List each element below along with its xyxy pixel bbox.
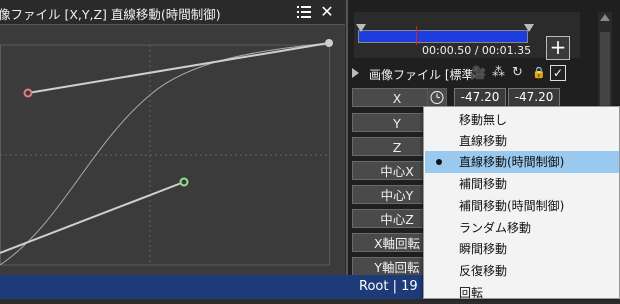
object-header[interactable]: 画像ファイル [標準 🎥 ⁂ ↻ 🔒 ✓ [352, 65, 570, 83]
scatter-icon[interactable]: ⁂ [492, 65, 505, 80]
movement-type-menu: 移動無し 直線移動 直線移動(時間制御) 補間移動 補間移動(時間制御) ランダ… [423, 106, 620, 300]
panel-divider[interactable] [346, 0, 348, 275]
menu-item-label: 反復移動 [459, 264, 508, 278]
object-name: 画像ファイル [標準 [369, 68, 474, 82]
add-button[interactable]: + [546, 36, 570, 60]
check-icon[interactable]: ✓ [550, 65, 566, 81]
menu-item-label: ランダム移動 [459, 221, 532, 235]
menu-item-label: 回転 [459, 286, 484, 300]
menu-item-no-movement[interactable]: 移動無し [425, 109, 619, 131]
graph-background [0, 25, 345, 275]
curve-endpoint[interactable] [325, 39, 333, 47]
menu-item-linear[interactable]: 直線移動 [425, 130, 619, 152]
menu-item-label: 直線移動(時間制御) [459, 155, 565, 169]
expand-triangle-icon[interactable] [352, 68, 359, 78]
control-point-red[interactable] [23, 88, 33, 98]
time-display: 00:00.50 / 00:01.35 [422, 44, 532, 57]
menu-item-label: 直線移動 [459, 134, 508, 148]
menu-item-label: 補間移動(時間制御) [459, 199, 565, 213]
clock-icon[interactable] [427, 88, 447, 107]
control-point-green[interactable] [179, 177, 189, 187]
x-end-value[interactable]: -47.20 [508, 88, 560, 107]
x-start-value[interactable]: -47.20 [454, 88, 506, 107]
timeline-playhead[interactable] [416, 26, 417, 45]
menu-item-rotation[interactable]: 回転 [425, 282, 619, 304]
scroll-up-arrow[interactable] [600, 14, 610, 21]
timeline-track[interactable] [358, 30, 528, 43]
curve-editor-title: 像ファイル [X,Y,Z] 直線移動(時間制御) [0, 7, 221, 22]
curve-graph[interactable] [0, 25, 345, 275]
status-text: Root | 19 [359, 279, 418, 294]
curve-editor-panel: 像ファイル [X,Y,Z] 直線移動(時間制御) ✕ [0, 0, 345, 275]
close-icon[interactable]: ✕ [320, 3, 334, 21]
menu-item-repeat[interactable]: 反復移動 [425, 260, 619, 282]
menu-item-interpolated[interactable]: 補間移動 [425, 173, 619, 195]
menu-item-label: 移動無し [459, 113, 508, 127]
bullet-icon [436, 159, 442, 165]
camera-icon[interactable]: 🎥 [470, 66, 486, 81]
curve-editor-titlebar: 像ファイル [X,Y,Z] 直線移動(時間制御) ✕ [0, 0, 345, 25]
menu-item-label: 瞬間移動 [459, 242, 508, 256]
timeline-area: 00:00.50 / 00:01.35 + [354, 12, 580, 60]
lock-icon[interactable]: 🔒 [532, 66, 546, 79]
timeline-end-handle[interactable] [524, 24, 534, 32]
timeline-start-handle[interactable] [356, 24, 366, 32]
menu-item-interpolated-timed[interactable]: 補間移動(時間制御) [425, 195, 619, 217]
menu-item-instant[interactable]: 瞬間移動 [425, 238, 619, 260]
menu-item-random[interactable]: ランダム移動 [425, 217, 619, 239]
menu-item-label: 補間移動 [459, 177, 508, 191]
list-icon[interactable] [297, 6, 311, 18]
refresh-icon[interactable]: ↻ [512, 65, 523, 80]
menu-item-linear-timed[interactable]: 直線移動(時間制御) [425, 151, 619, 173]
